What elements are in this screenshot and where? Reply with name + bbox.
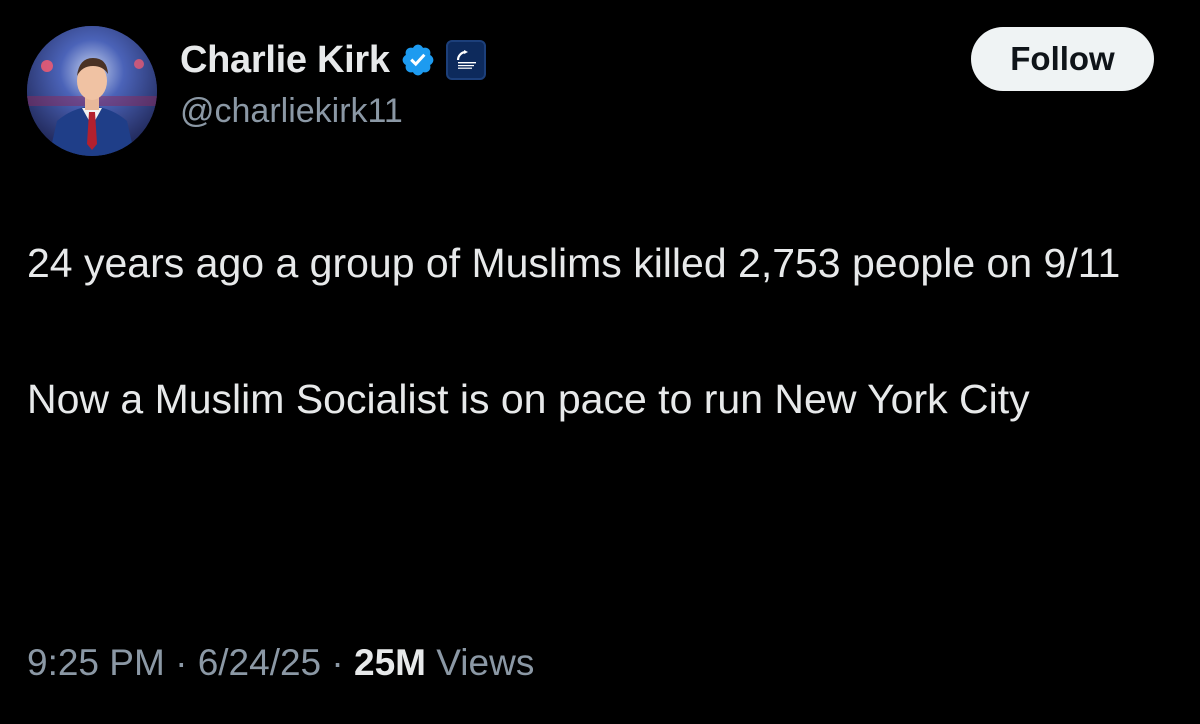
views-label[interactable]: Views [436,642,534,683]
tweet-time[interactable]: 9:25 PM [27,642,165,683]
author-display-name[interactable]: Charlie Kirk [180,39,390,82]
author-name-row: Charlie Kirk [180,36,486,84]
tweet-text: 24 years ago a group of Muslims killed 2… [27,229,1177,433]
avatar[interactable] [27,26,157,156]
turning-point-usa-logo[interactable] [445,40,486,80]
meta-separator: · [331,642,344,683]
tweet-paragraph: Now a Muslim Socialist is on pace to run… [27,376,1030,422]
meta-separator: · [175,642,188,683]
author-handle[interactable]: @charliekirk11 [180,92,403,131]
views-count[interactable]: 25M [354,642,426,683]
tweet-date[interactable]: 6/24/25 [198,642,321,683]
verified-badge-icon[interactable] [400,42,436,78]
tweet-paragraph: 24 years ago a group of Muslims killed 2… [27,240,1121,286]
tweet-meta: 9:25 PM · 6/24/25 · 25M Views [27,642,534,684]
follow-button[interactable]: Follow [971,27,1154,91]
